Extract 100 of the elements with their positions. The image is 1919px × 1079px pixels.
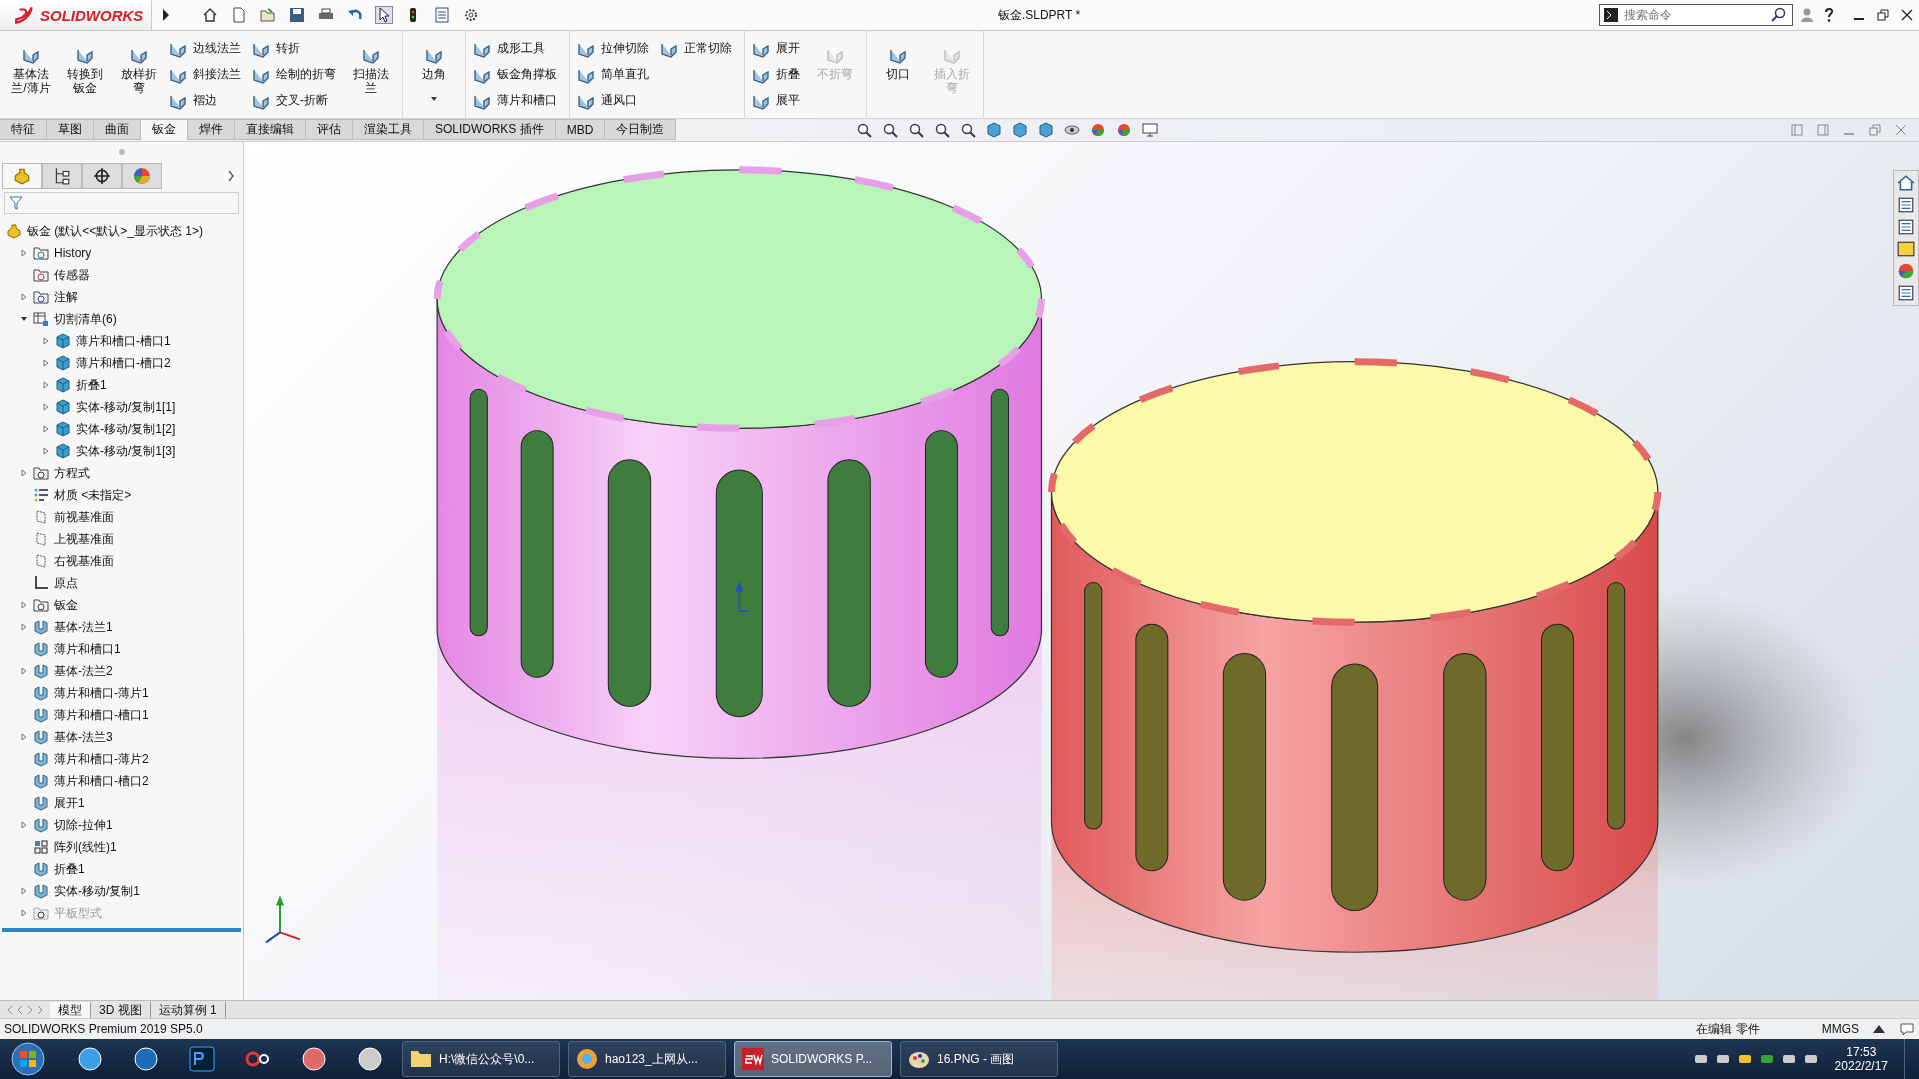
ribbon-button[interactable]: 拉伸切除 — [576, 37, 655, 60]
ribbon-button[interactable]: 边角 — [409, 35, 459, 114]
ribbon-button[interactable]: 正常切除 — [659, 37, 738, 60]
ribbon-tab[interactable]: 钣金 — [141, 119, 188, 140]
search-icon[interactable] — [1771, 7, 1787, 23]
search-field[interactable]: 搜索命令 — [1599, 4, 1793, 26]
tree-item-label[interactable]: History — [54, 246, 92, 260]
splitter-handle[interactable] — [118, 149, 125, 155]
ribbon-button[interactable]: 切口 — [873, 35, 923, 114]
bottom-tab[interactable]: 模型 — [50, 1001, 91, 1018]
ribbon-button[interactable]: 放样折弯 — [114, 35, 164, 114]
ribbon-tab[interactable]: 直接编辑 — [235, 119, 306, 140]
slotted-cylinder-drawing[interactable] — [1048, 358, 1662, 953]
tree-item-label[interactable]: 切割清单(6) — [54, 310, 117, 328]
zoom-fit-icon[interactable] — [856, 122, 873, 138]
slotted-cylinder-drawing[interactable] — [433, 166, 1045, 759]
appearance-icon[interactable] — [1090, 122, 1107, 138]
ribbon-button[interactable]: 简单直孔 — [576, 63, 655, 86]
tile-left-icon[interactable] — [1791, 124, 1803, 136]
tree-item-label[interactable]: 切除-拉伸1 — [54, 816, 113, 834]
cube-icon[interactable] — [986, 122, 1003, 138]
ribbon-button[interactable]: 钣金角撑板 — [472, 63, 563, 86]
ribbon-button[interactable]: 展平 — [751, 89, 806, 112]
filter-field[interactable] — [4, 192, 239, 214]
tree-item-label[interactable]: 实体-移动/复制1[2] — [76, 420, 176, 438]
dynamic-annotation-icon[interactable] — [960, 122, 977, 138]
hide-show-icon[interactable] — [1064, 122, 1081, 138]
save-icon[interactable] — [289, 7, 305, 23]
tree-item-label[interactable]: 薄片和槽口-槽口1 — [76, 332, 171, 350]
ribbon-button[interactable]: 褶边 — [168, 89, 247, 112]
library-icon[interactable] — [1897, 196, 1915, 214]
taskbar-window-button[interactable]: 16.PNG - 画图 — [900, 1041, 1058, 1077]
tree-item-label[interactable]: 折叠1 — [76, 376, 107, 394]
start-button-icon[interactable] — [10, 1041, 46, 1077]
previous-view-icon[interactable] — [908, 122, 925, 138]
ribbon-tab[interactable]: SOLIDWORKS 插件 — [424, 119, 556, 140]
tree-item-label[interactable]: 基体-法兰1 — [54, 618, 113, 636]
chevron-right-icon[interactable] — [227, 170, 235, 182]
tree-item-label[interactable]: 阵列(线性)1 — [54, 838, 117, 856]
tree-item-label[interactable]: 前视基准面 — [54, 508, 114, 526]
ribbon-button[interactable]: 转折 — [251, 37, 342, 60]
home-icon[interactable] — [202, 7, 218, 23]
properties-icon[interactable] — [1897, 284, 1915, 302]
view-orientation-icon[interactable] — [1012, 122, 1029, 138]
clock-date[interactable]: 2022/2/17 — [1834, 1059, 1888, 1073]
taskbar-window-button[interactable]: SOLIDWORKS P... — [734, 1041, 892, 1077]
ribbon-tab[interactable]: 渲染工具 — [353, 119, 424, 140]
open-folder-icon[interactable] — [260, 7, 276, 23]
zoom-area-icon[interactable] — [882, 122, 899, 138]
tree-item-label[interactable]: 实体-移动/复制1 — [54, 882, 140, 900]
caret-icon[interactable] — [430, 95, 438, 103]
tree-item-label[interactable]: 基体-法兰3 — [54, 728, 113, 746]
tree-item-label[interactable]: 上视基准面 — [54, 530, 114, 548]
tree-item-label[interactable]: 原点 — [54, 574, 78, 592]
tree-item-label[interactable]: 钣金 — [54, 596, 78, 614]
ribbon-button[interactable]: 转换到钣金 — [60, 35, 110, 114]
tree-item-label[interactable]: 折叠1 — [54, 860, 85, 878]
new-document-icon[interactable] — [231, 7, 247, 23]
ribbon-tab[interactable]: 今日制造 — [605, 119, 677, 140]
ribbon-tab[interactable]: 曲面 — [94, 119, 141, 140]
tree-item-label[interactable]: 薄片和槽口-薄片2 — [54, 750, 149, 768]
ribbon-tab[interactable]: MBD — [555, 119, 606, 140]
bottom-tab[interactable]: 3D 视图 — [91, 1001, 151, 1018]
display-manager-tab[interactable] — [122, 163, 162, 189]
aperture-icon[interactable] — [132, 1045, 160, 1073]
section-view-icon[interactable] — [934, 122, 951, 138]
bottom-tab[interactable]: 运动算例 1 — [150, 1001, 226, 1018]
ribbon-tab[interactable]: 评估 — [306, 119, 353, 140]
taskbar-window-button[interactable]: H:\微信公众号\0... — [402, 1041, 560, 1077]
monitor-icon[interactable] — [1142, 122, 1159, 138]
tree-root-label[interactable]: 钣金 (默认<<默认>_显示状态 1>) — [27, 222, 204, 240]
restore-icon[interactable] — [1877, 9, 1889, 21]
ribbon-button[interactable]: 通风口 — [576, 89, 655, 112]
ribbon-tab[interactable]: 草图 — [47, 119, 94, 140]
close-icon[interactable] — [1901, 9, 1913, 21]
tree-item-label[interactable]: 注解 — [54, 288, 78, 306]
ribbon-button[interactable]: 交叉-折断 — [251, 89, 342, 112]
select-pointer-icon[interactable] — [376, 7, 392, 23]
home-icon[interactable] — [1897, 174, 1915, 192]
tree-item-label[interactable]: 右视基准面 — [54, 552, 114, 570]
appearance-icon[interactable] — [1897, 262, 1915, 280]
tree-item-label[interactable]: 薄片和槽口1 — [54, 640, 121, 658]
chat-bubble-icon[interactable] — [1899, 1021, 1915, 1037]
ribbon-button[interactable]: 折叠 — [751, 63, 806, 86]
settings-icon[interactable] — [463, 7, 479, 23]
configuration-tab[interactable] — [82, 163, 122, 189]
feature-manager-tab[interactable] — [2, 163, 42, 189]
flower-icon[interactable] — [76, 1045, 104, 1073]
ribbon-button[interactable]: 绘制的折弯 — [251, 63, 342, 86]
tree-item-label[interactable]: 实体-移动/复制1[1] — [76, 398, 176, 416]
taskbar-window-button[interactable]: hao123_上网从... — [568, 1041, 726, 1077]
tree-item-label[interactable]: 传感器 — [54, 266, 90, 284]
tree-item-label[interactable]: 基体-法兰2 — [54, 662, 113, 680]
tree-item-label[interactable]: 薄片和槽口-槽口1 — [54, 706, 149, 724]
photoshop-icon[interactable] — [188, 1045, 216, 1073]
ribbon-button[interactable]: 成形工具 — [472, 37, 563, 60]
gallery-icon[interactable] — [300, 1045, 328, 1073]
ribbon-button[interactable]: 薄片和槽口 — [472, 89, 563, 112]
clock-time[interactable]: 17:53 — [1846, 1045, 1877, 1059]
tree-item-label[interactable]: 实体-移动/复制1[3] — [76, 442, 176, 460]
